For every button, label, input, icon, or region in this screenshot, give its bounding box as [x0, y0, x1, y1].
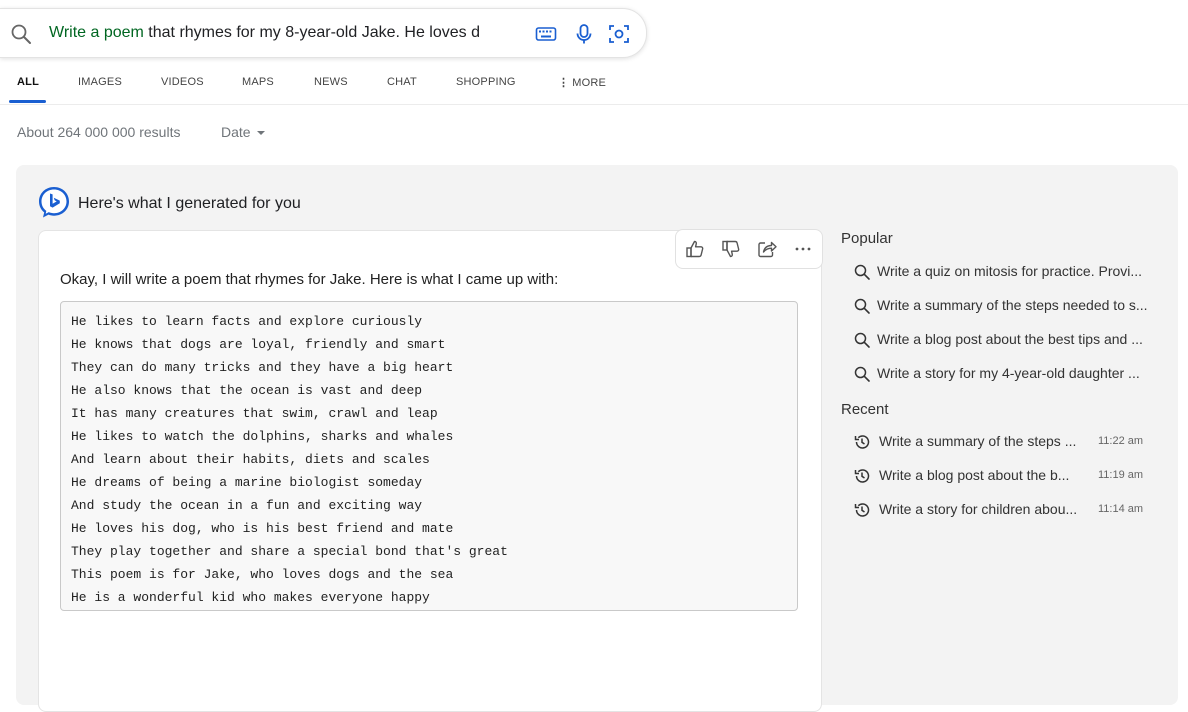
recent-heading: Recent — [841, 401, 889, 418]
tab-shopping[interactable]: SHOPPING — [456, 76, 516, 88]
query-highlight: Write a poem — [49, 24, 144, 41]
search-icon[interactable] — [10, 23, 32, 45]
bing-chat-logo-icon — [39, 187, 69, 218]
poem-line: This poem is for Jake, who loves dogs an… — [71, 567, 454, 582]
poem-line: And learn about their habits, diets and … — [71, 452, 430, 467]
poem-line: He is a wonderful kid who makes everyone… — [71, 590, 430, 605]
poem-line: He also knows that the ocean is vast and… — [71, 383, 423, 398]
recent-item-time: 11:19 am — [1098, 469, 1144, 481]
popular-item[interactable]: Write a blog post about the best tips an… — [853, 330, 1153, 354]
answer-action-bar — [675, 229, 823, 269]
poem-line: They can do many tricks and they have a … — [71, 360, 454, 375]
search-input[interactable]: Write a poem that rhymes for my 8-year-o… — [49, 23, 480, 43]
poem-code-block: He likes to learn facts and explore curi… — [60, 301, 798, 611]
recent-item-label: Write a blog post about the b... — [879, 467, 1070, 483]
popular-heading: Popular — [841, 230, 893, 247]
search-tabs: ALL IMAGES VIDEOS MAPS NEWS CHAT SHOPPIN… — [0, 64, 1188, 105]
popular-item-label: Write a quiz on mitosis for practice. Pr… — [877, 263, 1143, 279]
poem-line: He knows that dogs are loyal, friendly a… — [71, 337, 446, 352]
popular-item-label: Write a story for my 4-year-old daughter… — [877, 365, 1140, 381]
answer-intro: Okay, I will write a poem that rhymes fo… — [60, 271, 559, 288]
poem-line: He likes to watch the dolphins, sharks a… — [71, 429, 454, 444]
recent-item-time: 11:14 am — [1098, 503, 1144, 515]
popular-item[interactable]: Write a story for my 4-year-old daughter… — [853, 364, 1153, 388]
popular-item[interactable]: Write a quiz on mitosis for practice. Pr… — [853, 262, 1153, 286]
poem-line: It has many creatures that swim, crawl a… — [71, 406, 438, 421]
thumbs-down-icon[interactable] — [720, 238, 742, 260]
tab-more-label: MORE — [572, 77, 607, 89]
copilot-panel: Here's what I generated for you Okay, I … — [16, 165, 1178, 712]
poem-line: He dreams of being a marine biologist so… — [71, 475, 423, 490]
date-filter-dropdown[interactable]: Date — [221, 124, 265, 140]
tab-more[interactable]: ⋮ MORE — [558, 76, 606, 89]
tab-maps[interactable]: MAPS — [242, 76, 274, 88]
poem-line: They play together and share a special b… — [71, 544, 508, 559]
answer-card: Okay, I will write a poem that rhymes fo… — [38, 229, 823, 712]
popular-item-label: Write a summary of the steps needed to s… — [877, 297, 1148, 313]
poem-line: He likes to learn facts and explore curi… — [71, 314, 423, 329]
popular-item-label: Write a blog post about the best tips an… — [877, 331, 1143, 347]
keyboard-icon[interactable] — [535, 23, 557, 45]
generated-title: Here's what I generated for you — [78, 195, 301, 212]
tab-videos[interactable]: VIDEOS — [161, 76, 204, 88]
search-icon — [854, 264, 870, 280]
tab-news[interactable]: NEWS — [314, 76, 348, 88]
poem-line: And study the ocean in a fun and excitin… — [71, 498, 423, 513]
tab-all[interactable]: ALL — [17, 76, 39, 88]
recent-item-label: Write a summary of the steps ... — [879, 433, 1077, 449]
poem-line: He loves his dog, who is his best friend… — [71, 521, 454, 536]
date-filter-label: Date — [221, 124, 251, 140]
search-icon — [854, 366, 870, 382]
history-icon — [854, 469, 870, 483]
history-icon — [854, 435, 870, 449]
recent-item-time: 11:22 am — [1098, 435, 1144, 447]
popular-item[interactable]: Write a summary of the steps needed to s… — [853, 296, 1153, 320]
caret-down-icon — [256, 131, 265, 136]
thumbs-up-icon[interactable] — [684, 238, 706, 260]
search-bar[interactable]: Write a poem that rhymes for my 8-year-o… — [0, 8, 647, 58]
results-count: About 264 000 000 results — [17, 124, 181, 140]
recent-item[interactable]: Write a blog post about the b... 11:19 a… — [853, 466, 1153, 490]
search-icon — [854, 298, 870, 314]
more-options-icon[interactable] — [792, 238, 814, 260]
visual-search-icon[interactable] — [608, 23, 630, 45]
recent-item[interactable]: Write a story for children abou... 11:14… — [853, 500, 1153, 524]
query-rest: that rhymes for my 8-year-old Jake. He l… — [143, 24, 480, 41]
active-tab-indicator — [9, 100, 46, 103]
search-icon — [854, 332, 870, 348]
more-dots-icon: ⋮ — [558, 77, 570, 89]
tab-images[interactable]: IMAGES — [78, 76, 122, 88]
recent-item[interactable]: Write a summary of the steps ... 11:22 a… — [853, 432, 1153, 456]
history-icon — [854, 503, 870, 517]
recent-item-label: Write a story for children abou... — [879, 501, 1078, 517]
tab-chat[interactable]: CHAT — [387, 76, 417, 88]
share-icon[interactable] — [756, 238, 778, 260]
microphone-icon[interactable] — [573, 23, 595, 45]
